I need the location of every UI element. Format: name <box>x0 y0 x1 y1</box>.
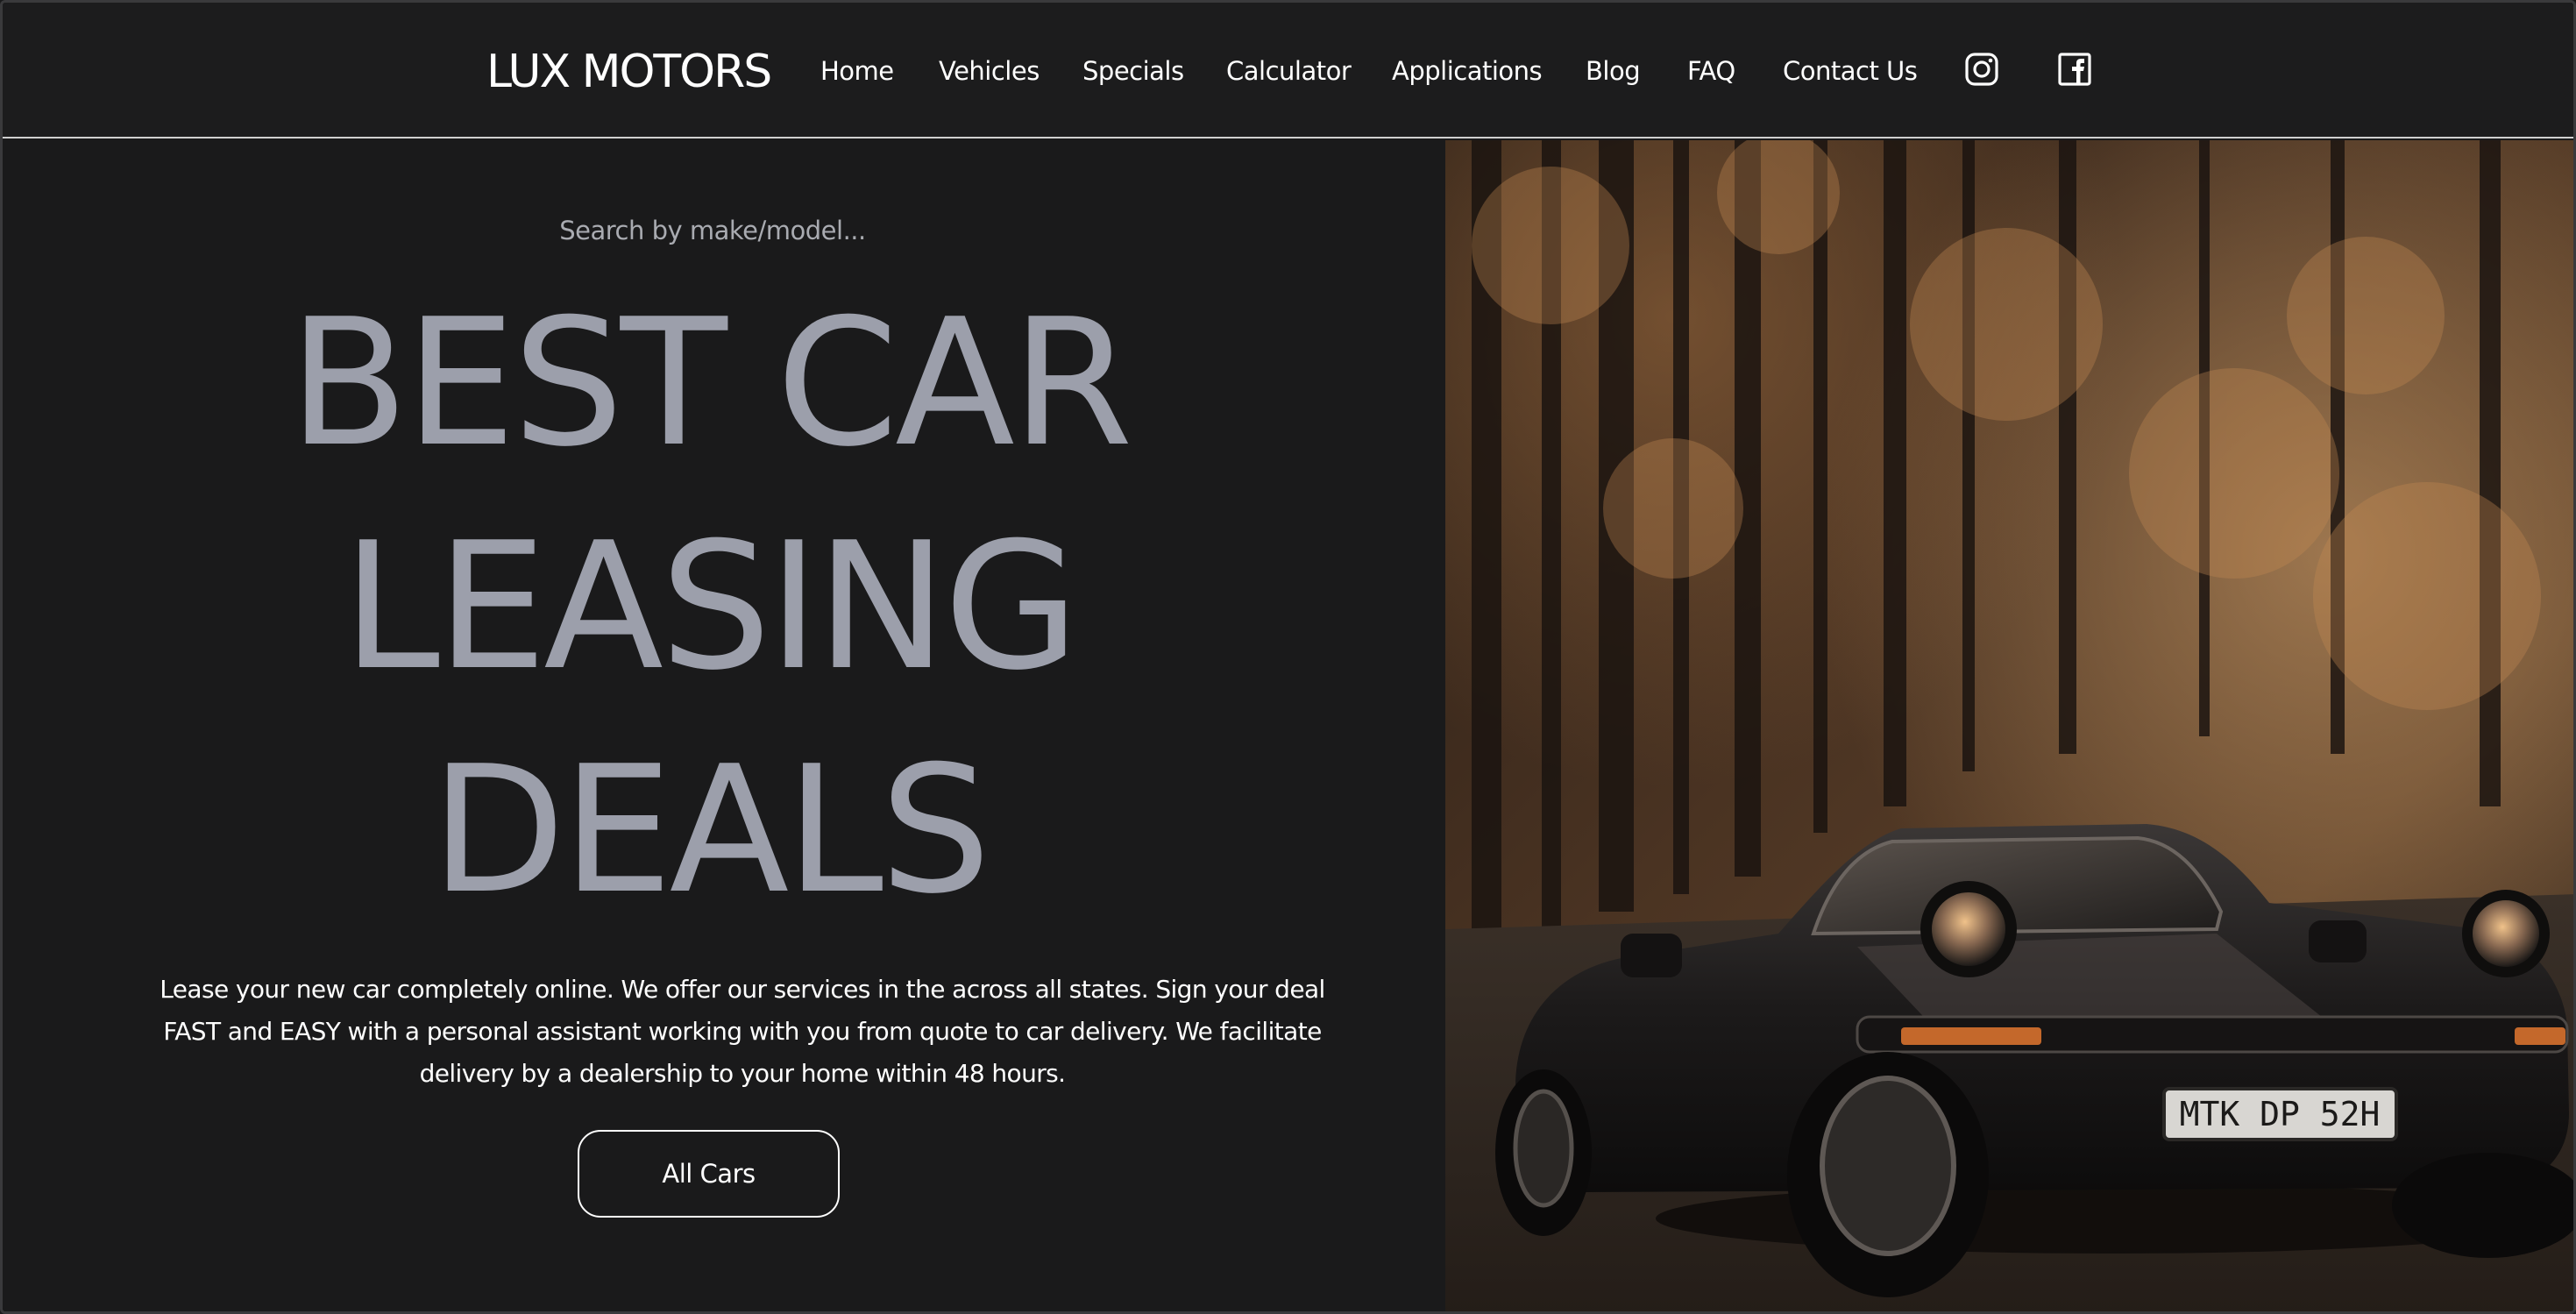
nav-contact-us[interactable]: Contact Us <box>1783 53 1918 89</box>
headline-line-2: LEASING <box>342 505 1079 709</box>
car-forest-photo: MTK DP 52H <box>1445 140 2573 1311</box>
nav-specials[interactable]: Specials <box>1082 53 1184 89</box>
all-cars-button[interactable]: All Cars <box>578 1130 840 1218</box>
nav-home[interactable]: Home <box>820 53 894 89</box>
nav-blog[interactable]: Blog <box>1586 53 1641 89</box>
description-line: Lease your new car completely online. We… <box>160 975 1325 1004</box>
description-line: delivery by a dealership to your home wi… <box>419 1059 1066 1088</box>
brand-logo[interactable]: LUX MOTORS <box>486 45 772 99</box>
nav-faq[interactable]: FAQ <box>1687 53 1735 89</box>
instagram-icon[interactable] <box>1964 52 1999 87</box>
hero-car-image: MTK DP 52H <box>1445 140 2573 1311</box>
browser-viewport: LUX MOTORS Home Vehicles Specials Calcul… <box>0 0 2576 1314</box>
description-line: FAST and EASY with a personal assistant … <box>163 1017 1322 1046</box>
headline-line-1: BEST CAR <box>288 281 1133 486</box>
headline-line-3: DEALS <box>430 728 991 933</box>
nav-vehicles[interactable]: Vehicles <box>939 53 1040 89</box>
nav-calculator[interactable]: Calculator <box>1226 53 1352 89</box>
nav-applications[interactable]: Applications <box>1392 53 1543 89</box>
license-plate: MTK DP 52H <box>2180 1095 2381 1133</box>
facebook-icon[interactable] <box>2057 52 2092 87</box>
hero-description: Lease your new car completely online. We… <box>152 969 1333 1095</box>
search-input[interactable] <box>493 204 932 257</box>
site-header: LUX MOTORS Home Vehicles Specials Calcul… <box>3 3 2573 139</box>
